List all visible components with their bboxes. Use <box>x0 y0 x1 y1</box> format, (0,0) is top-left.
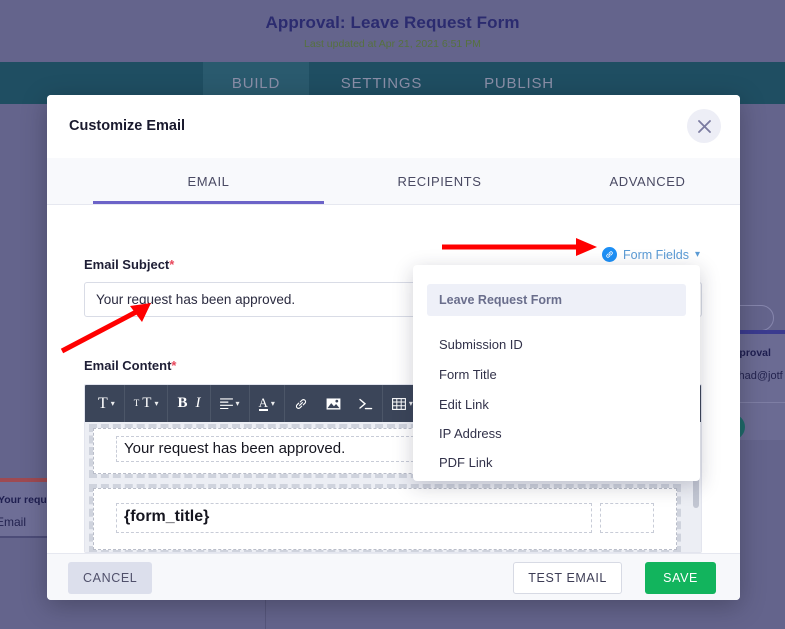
background-card-email-title: Your reque <box>0 494 53 506</box>
required-marker: * <box>169 257 175 272</box>
text-color-icon[interactable]: A ▾ <box>250 385 285 422</box>
form-fields-item-edit-link[interactable]: Edit Link <box>439 397 489 412</box>
editor-text-approved: Your request has been approved. <box>124 440 346 457</box>
modal-header: Customize Email <box>47 95 740 158</box>
close-icon[interactable] <box>687 109 721 143</box>
form-fields-dropdown-menu: Leave Request Form Submission ID Form Ti… <box>413 265 700 481</box>
font-size-icon[interactable]: T T ▾ <box>125 385 169 422</box>
link-icon <box>602 247 617 262</box>
form-fields-label: Form Fields <box>623 247 689 262</box>
background-card-email-subtitle: Email <box>0 515 27 529</box>
modal-footer: CANCEL TEST EMAIL SAVE <box>47 553 740 600</box>
code-view-icon[interactable] <box>350 385 383 422</box>
form-fields-item-form-title[interactable]: Form Title <box>439 367 497 382</box>
app-form-title: Approval: Leave Request Form <box>265 13 520 32</box>
form-fields-item-pdf-link[interactable]: PDF Link <box>439 455 492 470</box>
insert-image-icon[interactable] <box>317 385 350 422</box>
tab-email[interactable]: EMAIL <box>93 158 324 205</box>
email-subject-label-text: Email Subject <box>84 257 170 272</box>
active-tab-underline <box>93 201 324 204</box>
align-icon[interactable]: ▾ <box>211 385 250 422</box>
modal-title: Customize Email <box>69 118 186 134</box>
email-subject-label: Email Subject* <box>84 257 174 272</box>
editor-cell <box>600 503 654 533</box>
italic-icon[interactable]: I <box>192 385 211 422</box>
modal-tab-bar: EMAIL RECIPIENTS ADVANCED <box>47 158 740 205</box>
cancel-button[interactable]: CANCEL <box>68 562 153 594</box>
app-last-updated: Last updated at Apr 21, 2021 6:51 PM <box>304 38 481 50</box>
font-family-icon[interactable]: T ▾ <box>89 385 125 422</box>
editor-block-body: {form_title} <box>89 484 681 552</box>
email-content-label-text: Email Content <box>84 358 172 373</box>
app-header: Approval: Leave Request Form Last update… <box>0 0 785 62</box>
email-content-label: Email Content* <box>84 358 176 373</box>
bold-icon[interactable]: B <box>168 385 191 422</box>
form-fields-dropdown-button[interactable]: Form Fields ▾ <box>602 247 700 262</box>
required-marker: * <box>171 358 177 373</box>
form-fields-item-partial[interactable]: N <box>439 478 448 481</box>
form-fields-item-ip-address[interactable]: IP Address <box>439 426 502 441</box>
chevron-down-icon: ▾ <box>694 249 701 260</box>
tab-advanced[interactable]: ADVANCED <box>555 158 740 205</box>
background-card-approval-email: chad@jotf <box>733 370 783 382</box>
form-fields-item-submission-id[interactable]: Submission ID <box>439 337 523 352</box>
form-fields-dropdown-header: Leave Request Form <box>427 284 686 316</box>
editor-text-form-title: {form_title} <box>124 508 210 525</box>
test-email-button[interactable]: TEST EMAIL <box>513 562 622 594</box>
save-button[interactable]: SAVE <box>645 562 716 594</box>
insert-link-icon[interactable] <box>285 385 317 422</box>
tab-recipients[interactable]: RECIPIENTS <box>324 158 555 205</box>
